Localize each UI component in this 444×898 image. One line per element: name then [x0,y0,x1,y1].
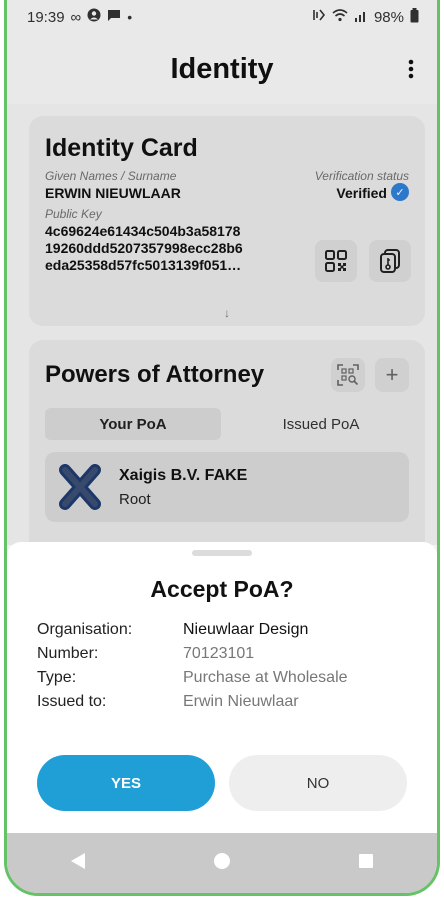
sheet-buttons: YES NO [37,755,407,811]
detail-value: Nieuwlaar Design [183,621,309,638]
detail-label: Number: [37,645,99,662]
home-circle-icon [213,852,230,869]
sheet-drag-handle[interactable] [192,550,252,556]
system-nav-bar [7,833,437,893]
detail-label: Issued to: [37,693,107,710]
phone-frame: 19:39 ∞ • 98% Identity Identity Card Giv… [4,0,440,896]
detail-value: 70123101 [183,645,255,662]
detail-value: Purchase at Wholesale [183,669,348,686]
back-triangle-icon [71,852,86,869]
sheet-title: Accept PoA? [150,576,294,602]
detail-value: Erwin Nieuwlaar [183,693,299,710]
back-button[interactable] [70,852,86,875]
detail-label: Organisation: [37,621,133,638]
recents-square-icon [358,853,373,868]
home-button[interactable] [213,852,231,875]
accept-poa-sheet: Accept PoA? Organisation: Nieuwlaar Desi… [7,542,437,844]
yes-button[interactable]: YES [37,755,215,811]
detail-label: Type: [37,669,77,686]
modal-scrim[interactable] [7,0,437,545]
recents-button[interactable] [358,853,374,874]
poa-details: Organisation: Nieuwlaar Design Number: 7… [37,621,407,711]
no-button[interactable]: NO [229,755,407,811]
